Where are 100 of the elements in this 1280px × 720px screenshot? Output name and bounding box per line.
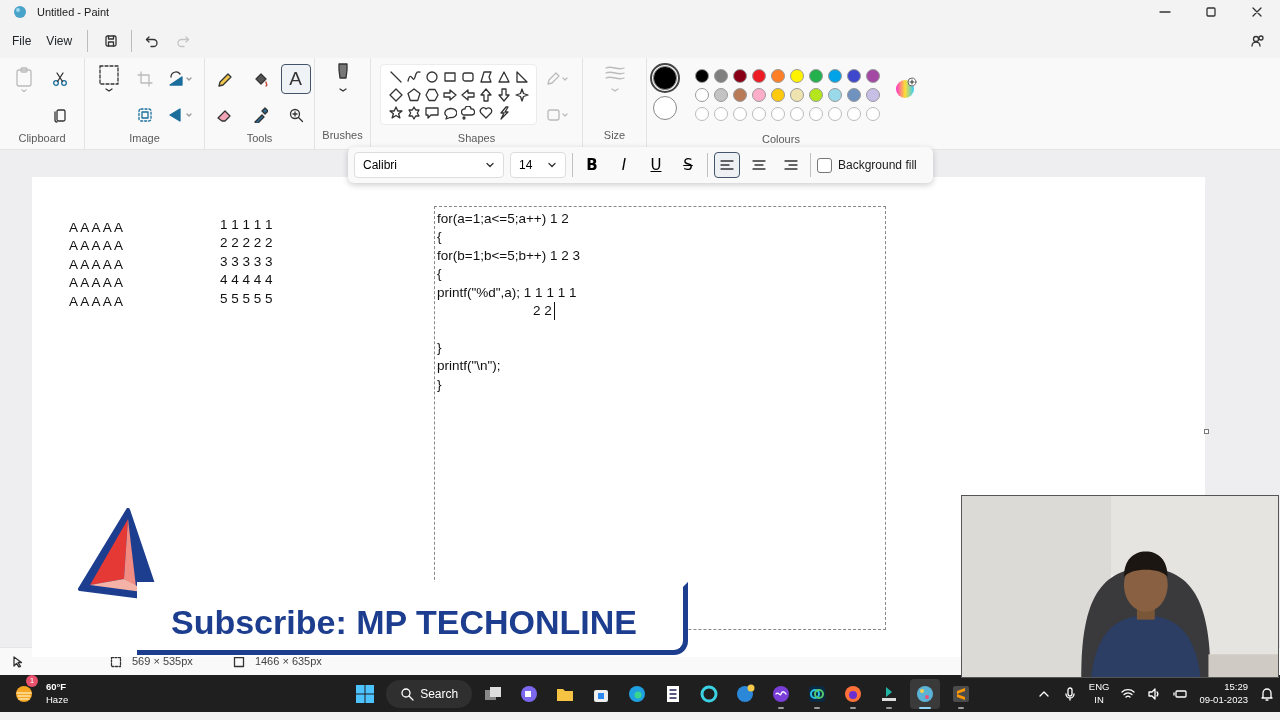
shape-button[interactable] <box>459 104 476 121</box>
save-icon <box>103 33 120 49</box>
align-center-icon <box>751 157 767 173</box>
selection-size-icon <box>110 655 122 668</box>
selection-size: 569 × 535px <box>132 654 193 670</box>
align-button[interactable] <box>714 152 740 178</box>
shape-button[interactable] <box>423 86 440 103</box>
outline-icon <box>546 71 570 87</box>
heart-icon <box>478 105 493 120</box>
colour-swatch[interactable] <box>809 69 823 83</box>
ring-icon <box>699 683 720 704</box>
chat-icon <box>519 683 540 704</box>
colour-swatch[interactable] <box>714 88 728 102</box>
shape-button[interactable] <box>477 104 494 121</box>
canvas-size: 1466 × 635px <box>254 654 322 670</box>
pencil-icon <box>215 71 232 87</box>
select-icon <box>97 64 120 94</box>
oval-icon <box>424 69 439 84</box>
code-line: printf("%d",a); 1 1 1 1 1 <box>437 283 577 302</box>
code-line: } <box>437 375 442 394</box>
colour-swatch[interactable] <box>771 69 785 83</box>
background-fill-checkbox[interactable]: Background fill <box>817 156 917 174</box>
resize-handle[interactable] <box>1204 429 1209 434</box>
colour-wheel-icon[interactable] <box>894 76 918 100</box>
shape-button[interactable] <box>423 104 440 121</box>
colour-swatch[interactable] <box>828 88 842 102</box>
four-point-star-icon <box>514 87 529 102</box>
copy-icon <box>52 107 68 123</box>
colour-swatch[interactable] <box>828 69 842 83</box>
font-dropdown[interactable]: Calibri <box>354 152 504 178</box>
strike-button[interactable]: S <box>675 152 701 178</box>
resize-icon <box>136 107 153 123</box>
help-icon <box>735 683 756 704</box>
bold-button[interactable]: B <box>579 152 605 178</box>
triangle-icon <box>496 69 511 84</box>
shape-fill-icon <box>546 107 570 123</box>
code-line: for(b=1;b<=5;b++) 1 2 3 <box>437 246 580 265</box>
firefox-icon <box>843 683 864 704</box>
shape-button[interactable] <box>513 86 530 103</box>
menu-item[interactable]: File <box>6 29 38 53</box>
curve-icon <box>406 69 421 84</box>
canvas-text: A A A A A <box>69 255 124 274</box>
group-label: Size <box>602 127 627 143</box>
pointer-icon <box>12 655 24 668</box>
colour-swatch[interactable] <box>752 88 766 102</box>
shape-button[interactable] <box>477 68 494 85</box>
colour-swatch[interactable] <box>790 88 804 102</box>
right-triangle-icon <box>514 69 529 84</box>
colour-swatch[interactable] <box>771 88 785 102</box>
paint-app-icon <box>13 5 27 19</box>
code-line: printf("\n"); <box>437 357 501 376</box>
colour-swatch[interactable] <box>752 69 766 83</box>
quick-access-button[interactable] <box>103 33 120 49</box>
shape-button[interactable] <box>387 86 404 103</box>
canvas-text: 2 2 2 2 2 <box>220 234 273 253</box>
canvas-text: 4 4 4 4 4 <box>220 271 273 290</box>
pentagon-icon <box>406 87 421 102</box>
colour-swatch[interactable] <box>733 88 747 102</box>
close-icon <box>1250 5 1264 19</box>
colour-swatch[interactable] <box>695 69 709 83</box>
current-colour[interactable] <box>653 66 677 90</box>
window-title: Untitled - Paint <box>37 4 110 20</box>
colour-swatch[interactable] <box>714 69 728 83</box>
shape-button[interactable] <box>423 68 440 85</box>
font-size-dropdown[interactable]: 14 <box>510 152 566 178</box>
tool-button[interactable]: A <box>280 64 311 94</box>
colour-swatch[interactable] <box>790 69 804 83</box>
language-indicator[interactable]: ENG IN <box>1088 680 1110 707</box>
shape-button[interactable] <box>387 104 404 121</box>
underline-button[interactable]: U <box>643 152 669 178</box>
share-icon[interactable] <box>1250 33 1266 49</box>
colour-swatch[interactable] <box>733 69 747 83</box>
colour-swatch[interactable] <box>866 88 880 102</box>
shape-button[interactable] <box>405 86 422 103</box>
colour-swatch[interactable] <box>809 88 823 102</box>
canvas-text: A A A A A <box>69 274 124 293</box>
code-line: 2 2 <box>533 302 555 321</box>
colour-swatch[interactable] <box>847 69 861 83</box>
cloud-callout-icon <box>460 105 475 120</box>
menu-item[interactable]: View <box>40 29 79 53</box>
line-icon <box>388 69 403 84</box>
polygon-icon <box>478 69 493 84</box>
group-label: Image <box>128 131 161 146</box>
colour-swatch[interactable] <box>695 88 709 102</box>
weather-temperature: 60°F <box>46 681 68 694</box>
rectangle-icon <box>442 69 457 84</box>
rectangle-callout-icon <box>424 105 439 120</box>
subscribe-banner: Subscribe: MP TECHONLINE <box>137 582 688 655</box>
colour-swatch[interactable] <box>847 88 861 102</box>
sublime-icon <box>951 683 972 704</box>
taskbar-search[interactable]: Search <box>386 679 473 708</box>
down-arrow-icon <box>496 87 511 102</box>
canvas-text: 5 5 5 5 5 <box>220 289 273 308</box>
code-line: for(a=1;a<=5;a++) 1 2 <box>437 210 569 228</box>
colour-swatch[interactable] <box>866 69 880 83</box>
rotate-icon <box>167 71 194 87</box>
italic-button[interactable]: I <box>611 152 637 178</box>
taskbar-app[interactable] <box>910 678 941 709</box>
clock-time: 15:29 <box>1223 680 1248 694</box>
browser-icon <box>627 683 648 704</box>
